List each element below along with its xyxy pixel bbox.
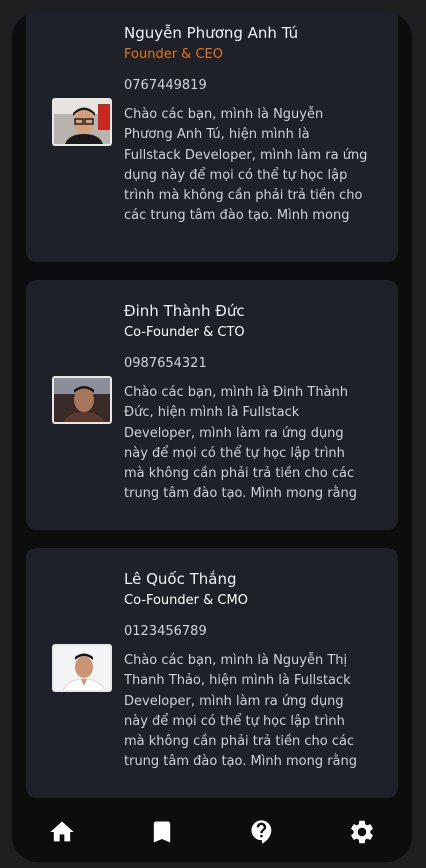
member-name: Nguyễn Phương Anh Tú [124,24,299,42]
nav-bookmark-button[interactable] [137,812,187,852]
member-role: Co-Founder & CTO [124,325,245,340]
avatar-photo [54,100,110,144]
avatar [52,644,112,692]
member-phone: 0987654321 [124,356,207,371]
nav-help-button[interactable] [237,812,287,852]
bottom-navigation [12,802,412,862]
member-role: Founder & CEO [124,47,223,62]
member-phone: 0123456789 [124,624,207,639]
member-bio: Chào các bạn, mình là Nguyễn Thị Thanh T… [124,653,358,770]
avatar-photo [54,378,110,422]
nav-home-button[interactable] [37,812,87,852]
member-bio: Chào các bạn, mình là Nguyễn Phương Anh … [124,107,368,224]
member-list[interactable]: Nguyễn Phương Anh Tú Founder & CEO 07674… [12,12,412,802]
avatar-photo [54,646,110,690]
avatar [52,98,112,146]
member-role: Co-Founder & CMO [124,593,248,608]
member-card[interactable]: Nguyễn Phương Anh Tú Founder & CEO 07674… [26,12,398,262]
home-icon [50,821,74,842]
member-card[interactable]: Đinh Thành Đức Co-Founder & CTO 09876543… [26,280,398,530]
help-icon [251,820,272,844]
member-bio: Chào các bạn, mình là Đinh Thành Đức, hi… [124,385,358,502]
settings-icon [351,820,373,844]
bookmark-icon [153,821,171,843]
avatar [52,376,112,424]
member-phone: 0767449819 [124,78,207,93]
member-name: Lê Quốc Thắng [124,570,237,588]
app-screen: Nguyễn Phương Anh Tú Founder & CEO 07674… [12,12,412,862]
nav-settings-button[interactable] [337,812,387,852]
member-name: Đinh Thành Đức [124,302,245,320]
member-card[interactable]: Lê Quốc Thắng Co-Founder & CMO 012345678… [26,548,398,798]
